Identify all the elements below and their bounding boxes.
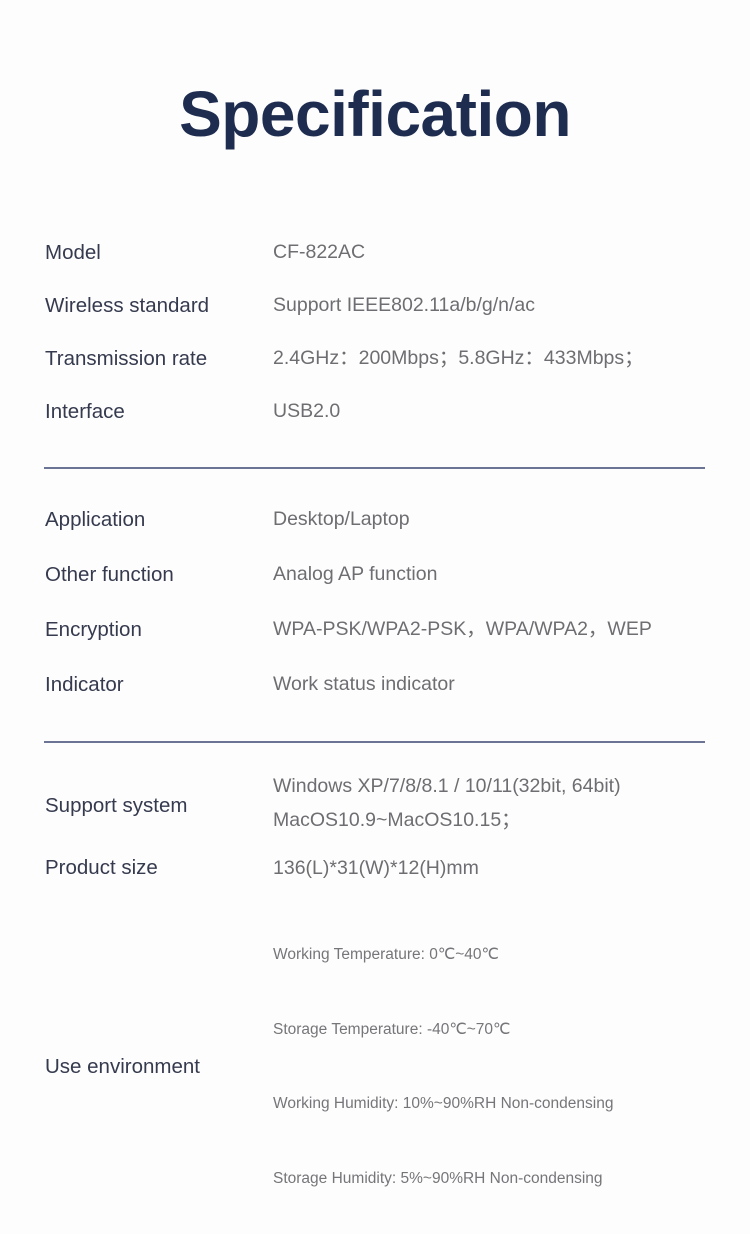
spec-value-application: Desktop/Laptop — [273, 507, 410, 530]
spec-value-use-environment: Working Temperature: 0℃~40℃ Storage Temp… — [273, 899, 750, 1234]
table-row: Encryption WPA-PSK/WPA2-PSK，WPA/WPA2，WEP — [0, 602, 750, 657]
spec-label-support-system: Support system — [45, 794, 188, 817]
env-storage-temperature: Storage Temperature: -40℃~70℃ — [273, 1020, 511, 1038]
spec-value-support-system: Windows XP/7/8/8.1 / 10/11(32bit, 64bit)… — [273, 775, 621, 832]
spec-label-other-function: Other function — [45, 562, 174, 586]
env-working-temperature: Working Temperature: 0℃~40℃ — [273, 946, 499, 964]
section-divider-1 — [44, 467, 705, 469]
spec-label-wireless-standard: Wireless standard — [45, 293, 210, 317]
env-working-humidity: Working Humidity: 10%~90%RH Non-condensi… — [273, 1095, 614, 1113]
table-row: Indicator Work status indicator — [0, 657, 750, 712]
spec-label-product-size: Product size — [45, 856, 158, 880]
table-row: Wireless standard Support IEEE802.11a/b/… — [0, 279, 750, 332]
section-divider-2 — [44, 741, 705, 743]
specification-table: Model CF-822AC Wireless standard Support… — [0, 226, 750, 1234]
spec-value-encryption: WPA-PSK/WPA2-PSK，WPA/WPA2，WEP — [273, 617, 652, 640]
spec-label-application: Application — [45, 507, 146, 531]
spec-label-model: Model — [45, 240, 101, 264]
table-row: Other function Analog AP function — [0, 547, 750, 602]
table-row: Use environment Working Temperature: 0℃~… — [0, 899, 750, 1234]
env-storage-humidity: Storage Humidity: 5%~90%RH Non-condensin… — [273, 1169, 603, 1187]
spec-value-model: CF-822AC — [273, 240, 366, 263]
spec-value-interface: USB2.0 — [273, 399, 341, 422]
page-title: Specification — [179, 78, 571, 150]
spec-value-indicator: Work status indicator — [273, 672, 455, 695]
table-row: Application Desktop/Laptop — [0, 492, 750, 547]
spec-section-system: Support system Windows XP/7/8/8.1 / 10/1… — [0, 769, 750, 1234]
spec-value-transmission-rate: 2.4GHz：200Mbps；5.8GHz：433Mbps； — [273, 346, 644, 369]
table-row: Interface USB2.0 — [0, 385, 750, 438]
spec-value-wireless-standard: Support IEEE802.11a/b/g/n/ac — [273, 293, 535, 316]
spec-label-interface: Interface — [45, 399, 125, 423]
spec-label-encryption: Encryption — [45, 617, 142, 641]
table-row: Support system Windows XP/7/8/8.1 / 10/1… — [0, 769, 750, 837]
spec-value-product-size: 136(L)*31(W)*12(H)mm — [273, 856, 479, 879]
table-row: Model CF-822AC — [0, 226, 750, 279]
specification-page: Specification Model CF-822AC Wireless st… — [0, 0, 750, 1187]
spec-value-other-function: Analog AP function — [273, 562, 438, 585]
spec-label-use-environment: Use environment — [45, 1054, 200, 1078]
table-row: Product size 136(L)*31(W)*12(H)mm — [0, 837, 750, 899]
spec-label-indicator: Indicator — [45, 672, 124, 696]
spec-label-transmission-rate: Transmission rate — [45, 346, 208, 370]
table-row: Transmission rate 2.4GHz：200Mbps；5.8GHz：… — [0, 332, 750, 385]
spec-section-features: Application Desktop/Laptop Other functio… — [0, 492, 750, 712]
spec-section-basic: Model CF-822AC Wireless standard Support… — [0, 226, 750, 438]
